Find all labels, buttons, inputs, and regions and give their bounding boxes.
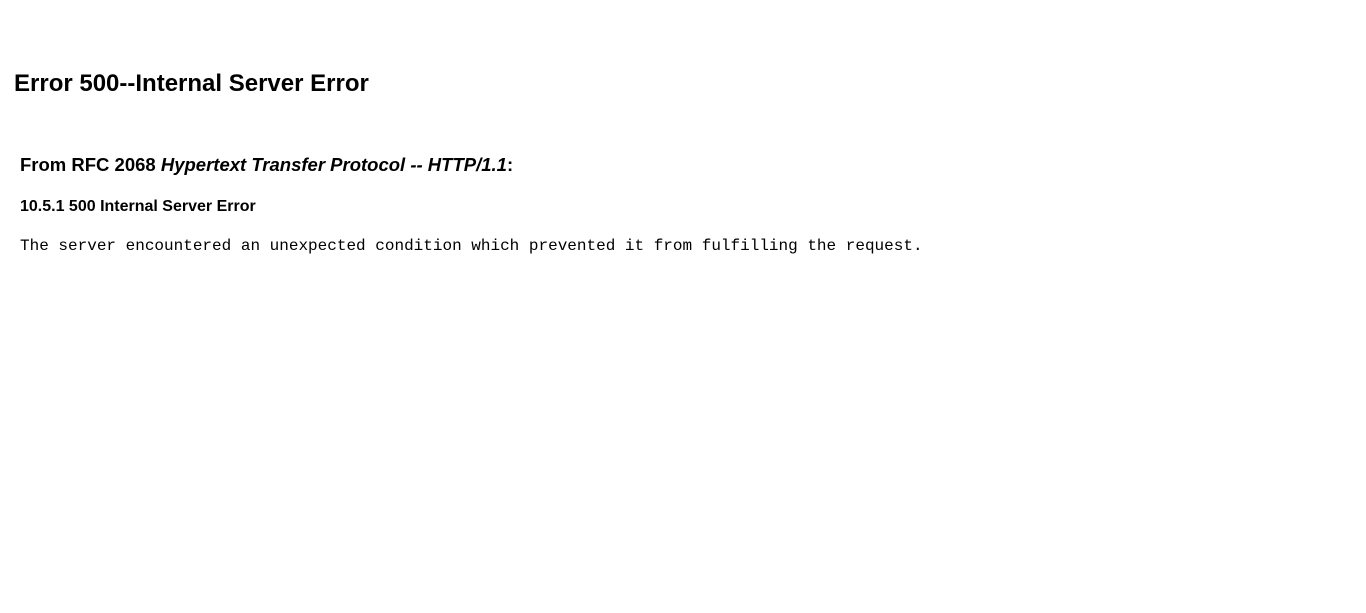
rfc-heading: From RFC 2068 Hypertext Transfer Protoco… [20, 153, 1320, 177]
rfc-prefix: From RFC 2068 [20, 154, 161, 175]
error-content: From RFC 2068 Hypertext Transfer Protoco… [20, 153, 1320, 255]
page-title: Error 500--Internal Server Error [14, 70, 369, 97]
rfc-document-name: Hypertext Transfer Protocol -- HTTP/1.1 [160, 154, 507, 175]
error-description: The server encountered an unexpected con… [20, 237, 923, 255]
rfc-suffix: : [506, 154, 514, 175]
section-heading: 10.5.1 500 Internal Server Error [20, 198, 256, 215]
